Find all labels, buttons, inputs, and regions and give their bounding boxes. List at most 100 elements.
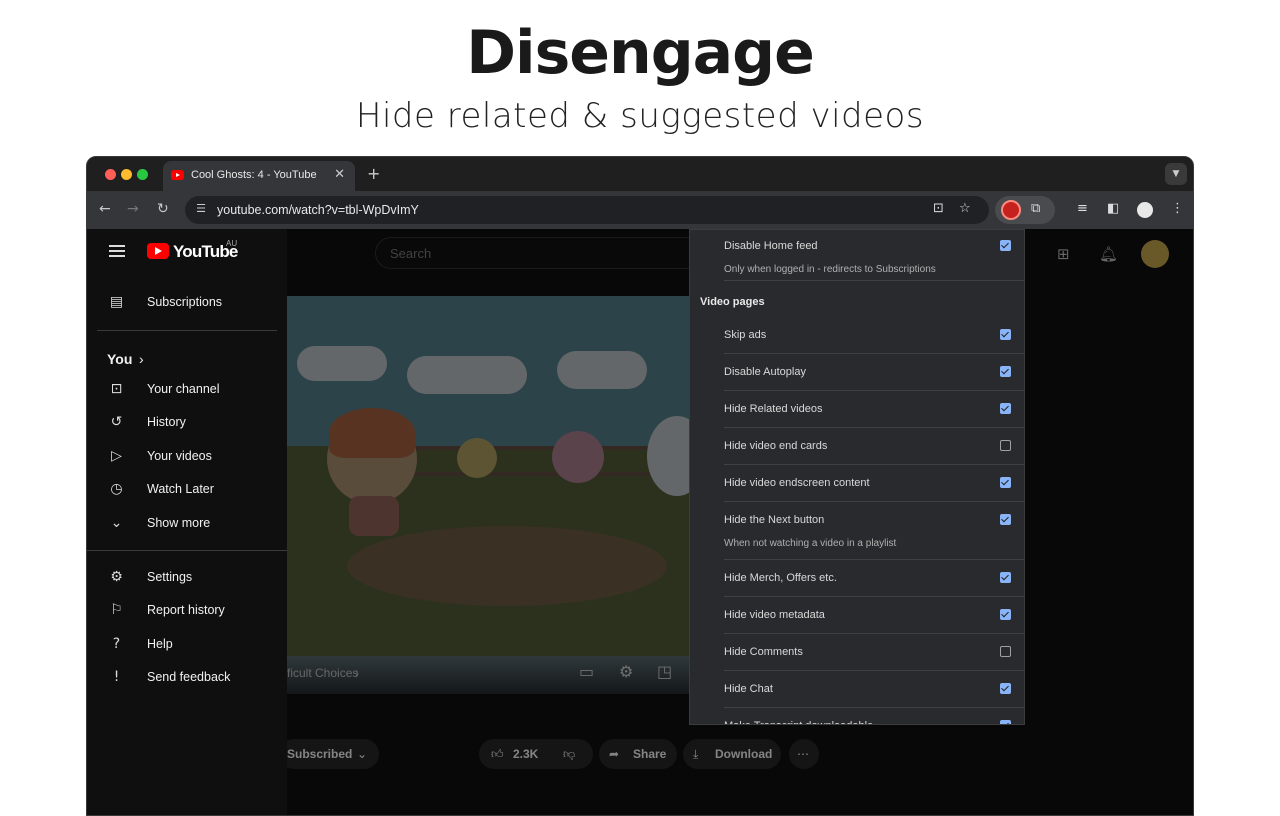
site-info-icon[interactable]: ☰ — [193, 202, 209, 218]
sidebar-item-send-feedback[interactable]: ! Send feedback — [87, 661, 287, 694]
sidebar-item-history[interactable]: ↺ History — [87, 406, 287, 439]
profile-icon[interactable] — [1137, 202, 1153, 218]
sidebar-you-heading[interactable]: You — [107, 351, 132, 367]
option-row[interactable]: Hide Chat — [724, 671, 1024, 708]
install-app-icon[interactable]: ⊡ — [933, 201, 944, 216]
option-row[interactable]: Disable Autoplay — [724, 354, 1024, 391]
option-checkbox[interactable] — [1000, 403, 1011, 414]
option-label: Skip ads — [724, 329, 767, 341]
maximize-window-button[interactable] — [137, 169, 148, 180]
region-code: AU — [226, 239, 238, 248]
minimize-window-button[interactable] — [121, 169, 132, 180]
sidebar-item-settings[interactable]: ⚙ Settings — [87, 561, 287, 594]
chevron-right-icon[interactable]: › — [139, 351, 144, 367]
option-label: Hide Chat — [724, 683, 773, 695]
sidebar-item-label: Settings — [147, 570, 193, 584]
option-checkbox[interactable] — [1000, 240, 1011, 251]
url-text[interactable]: youtube.com/watch?v=tbl-WpDvImY — [217, 203, 419, 217]
youtube-favicon-icon — [171, 170, 184, 180]
sidebar-item-label: Subscriptions — [147, 295, 223, 309]
option-checkbox[interactable] — [1000, 609, 1011, 620]
option-disable-home-feed[interactable]: Disable Home feed Only when logged in - … — [724, 230, 1024, 281]
sidebar-item-label: Watch Later — [147, 482, 214, 496]
option-row[interactable]: Hide Related videos — [724, 391, 1024, 428]
option-row[interactable]: Hide the Next button When not watching a … — [724, 502, 1024, 560]
option-label: Hide video endscreen content — [724, 477, 870, 489]
section-title: Video pages — [700, 296, 765, 308]
hamburger-menu-icon[interactable] — [109, 245, 125, 257]
option-row[interactable]: Hide video end cards — [724, 428, 1024, 465]
sidebar-item-your-videos[interactable]: ▷ Your videos — [87, 440, 287, 473]
sidebar-item-label: Your videos — [147, 449, 212, 463]
disengage-extension-icon[interactable] — [1001, 200, 1021, 220]
sidebar: YouTube AU ▤ Subscriptions You › ⊡ Your … — [87, 229, 287, 815]
sidebar-item-show-more[interactable]: ⌄ Show more — [87, 507, 287, 540]
sidebar-item-report-history[interactable]: ⚐ Report history — [87, 594, 287, 627]
bookmark-star-icon[interactable]: ☆ — [959, 201, 971, 216]
sidebar-item-subscriptions[interactable]: ▤ Subscriptions — [87, 286, 287, 319]
option-hint: Only when logged in - redirects to Subsc… — [724, 264, 936, 275]
hero-title: Disengage — [466, 18, 815, 88]
browser-window: Cool Ghosts: 4 - YouTube ✕ + ▼ ← → ↻ ☰ y… — [86, 156, 1194, 816]
sidebar-item-watch-later[interactable]: ◷ Watch Later — [87, 473, 287, 506]
hero-subtitle: Hide related & suggested videos — [355, 96, 925, 136]
gear-icon: ⚙ — [110, 569, 123, 585]
side-panel-icon[interactable]: ◧ — [1107, 201, 1119, 216]
back-button[interactable]: ← — [99, 201, 111, 217]
address-bar[interactable]: ☰ youtube.com/watch?v=tbl-WpDvImY ⊡ ☆ — [185, 196, 989, 224]
sidebar-item-label: Report history — [147, 603, 225, 617]
channel-icon: ⊡ — [110, 381, 123, 397]
sidebar-item-label: Your channel — [147, 382, 220, 396]
youtube-logo-icon[interactable] — [147, 243, 169, 259]
option-checkbox[interactable] — [1000, 477, 1011, 488]
tab-close-icon[interactable]: ✕ — [334, 167, 345, 182]
close-window-button[interactable] — [105, 169, 116, 180]
history-icon: ↺ — [110, 414, 123, 430]
feedback-icon: ! — [113, 669, 120, 685]
option-checkbox[interactable] — [1000, 683, 1011, 694]
new-tab-button[interactable]: + — [367, 164, 380, 183]
option-row[interactable]: Make Transcript downloadable — [724, 708, 1024, 724]
option-row[interactable]: Hide video endscreen content — [724, 465, 1024, 502]
option-label: Hide Merch, Offers etc. — [724, 572, 837, 584]
clock-icon: ◷ — [110, 481, 123, 497]
option-label: Make Transcript downloadable — [724, 720, 873, 724]
option-label: Disable Home feed — [724, 240, 818, 252]
reading-list-icon[interactable]: ≡ — [1077, 201, 1088, 216]
option-checkbox[interactable] — [1000, 514, 1011, 525]
sidebar-divider — [87, 550, 287, 551]
tab-bar: Cool Ghosts: 4 - YouTube ✕ + ▼ — [87, 157, 1193, 191]
browser-tab[interactable]: Cool Ghosts: 4 - YouTube ✕ — [163, 161, 355, 191]
sidebar-item-help[interactable]: ? Help — [87, 628, 287, 661]
menu-kebab-icon[interactable]: ⋮ — [1171, 201, 1184, 216]
option-label: Disable Autoplay — [724, 366, 806, 378]
extensions-puzzle-icon[interactable]: ⧉ — [1031, 201, 1040, 216]
option-row[interactable]: Skip ads — [724, 317, 1024, 354]
option-checkbox[interactable] — [1000, 646, 1011, 657]
extension-group: ⧉ — [995, 196, 1055, 224]
sidebar-item-label: History — [147, 415, 186, 429]
extension-popup: Disable Home feed Only when logged in - … — [689, 229, 1025, 725]
option-checkbox[interactable] — [1000, 572, 1011, 583]
option-label: Hide video end cards — [724, 440, 828, 452]
option-checkbox[interactable] — [1000, 440, 1011, 451]
subscriptions-icon: ▤ — [109, 294, 124, 310]
option-row[interactable]: Hide Merch, Offers etc. — [724, 560, 1024, 597]
option-label: Hide Related videos — [724, 403, 823, 415]
option-checkbox[interactable] — [1000, 720, 1011, 724]
sidebar-item-label: Help — [147, 637, 173, 651]
reload-button[interactable]: ↻ — [157, 201, 169, 217]
option-row[interactable]: Hide video metadata — [724, 597, 1024, 634]
help-icon: ? — [112, 636, 121, 652]
forward-button[interactable]: → — [127, 201, 139, 217]
sidebar-item-your-channel[interactable]: ⊡ Your channel — [87, 373, 287, 406]
option-row[interactable]: Hide Comments — [724, 634, 1024, 671]
tab-search-button[interactable]: ▼ — [1165, 163, 1187, 185]
sidebar-divider — [97, 330, 277, 331]
browser-toolbar: ← → ↻ ☰ youtube.com/watch?v=tbl-WpDvImY … — [87, 191, 1193, 229]
tab-title: Cool Ghosts: 4 - YouTube — [191, 169, 317, 181]
option-label: Hide the Next button — [724, 514, 825, 526]
option-checkbox[interactable] — [1000, 329, 1011, 340]
option-checkbox[interactable] — [1000, 366, 1011, 377]
option-hint: When not watching a video in a playlist — [724, 538, 897, 549]
